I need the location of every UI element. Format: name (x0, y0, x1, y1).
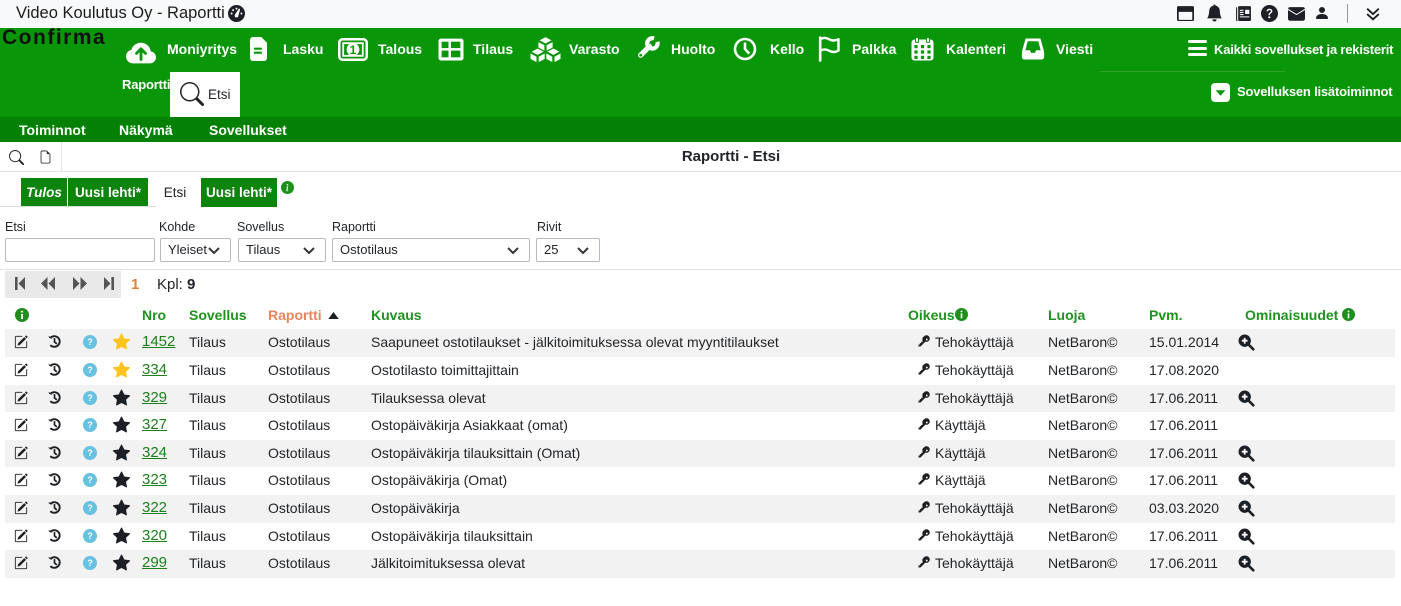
svg-text:?: ? (87, 503, 92, 513)
svg-text:?: ? (87, 531, 92, 541)
svg-text:1: 1 (350, 43, 357, 57)
svg-text:?: ? (87, 476, 92, 486)
svg-text:?: ? (87, 448, 92, 458)
svg-text:?: ? (87, 365, 92, 375)
svg-text:?: ? (87, 393, 92, 403)
svg-text:?: ? (87, 558, 92, 568)
svg-text:?: ? (87, 420, 92, 430)
svg-text:?: ? (87, 338, 92, 348)
